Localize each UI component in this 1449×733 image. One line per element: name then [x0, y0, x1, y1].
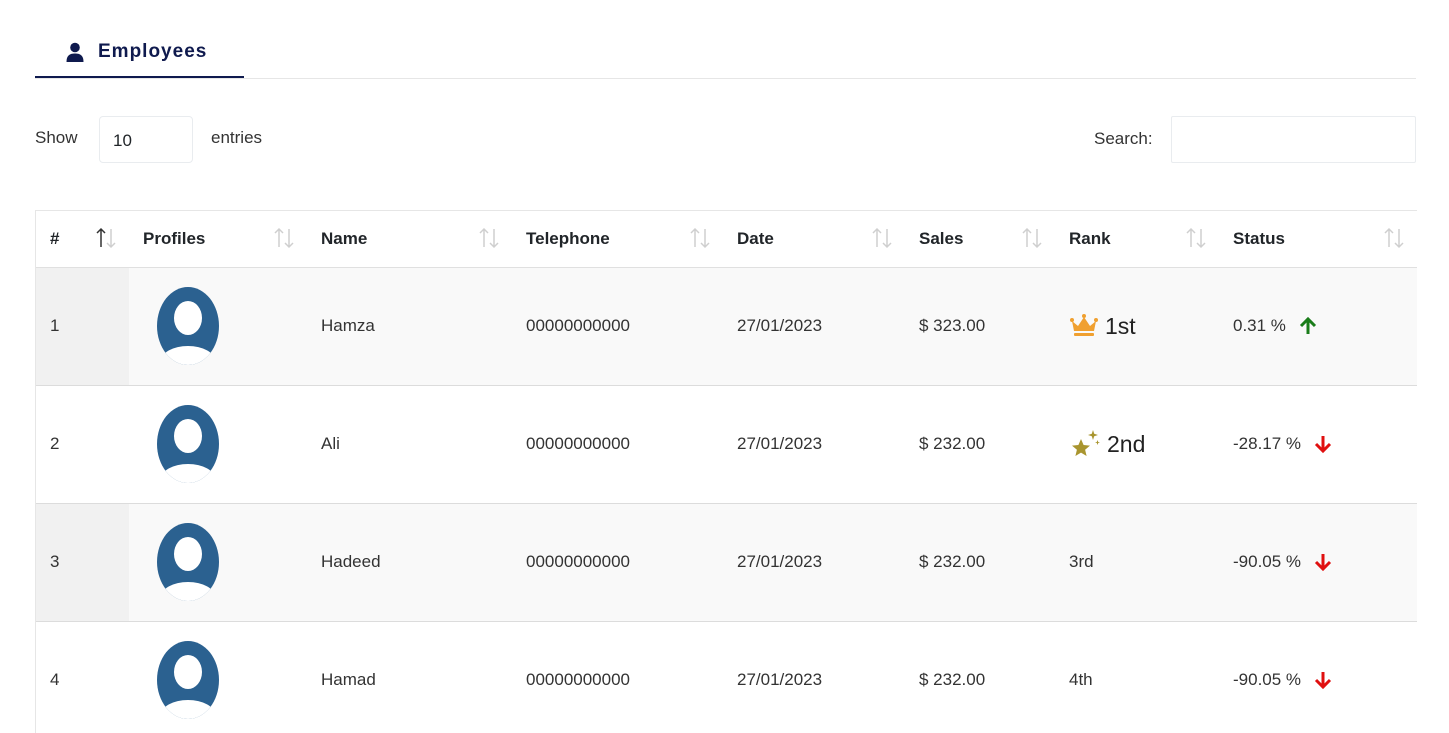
tab-label: Employees [98, 41, 208, 62]
employees-table: # Profiles Name Telephone Date Sales Rank Statu… [35, 210, 1417, 733]
sales-cell: $ 232.00 [905, 385, 1055, 504]
name-cell: Ali [307, 385, 512, 504]
column-header-status[interactable]: Status [1219, 211, 1417, 268]
sparkle-star-icon [1072, 430, 1100, 456]
rank-label: 1st [1105, 312, 1136, 339]
rank-cell: 3rd [1055, 503, 1219, 622]
name-cell: Hamad [307, 621, 512, 733]
row-number: 4 [36, 621, 129, 733]
column-header-label: Profiles [143, 228, 206, 248]
sort-arrows-icon[interactable] [478, 227, 500, 249]
rank-label: 2nd [1107, 430, 1146, 457]
avatar-icon [157, 641, 219, 719]
date-cell: 27/01/2023 [723, 267, 905, 386]
sort-arrows-icon[interactable] [871, 227, 893, 249]
tab-employees[interactable]: Employees [35, 28, 244, 78]
status-percent: -28.17 % [1233, 434, 1302, 453]
profile-cell [129, 621, 307, 733]
column-header-sales[interactable]: Sales [905, 211, 1055, 268]
column-header-label: # [50, 228, 60, 248]
name-cell: Hadeed [307, 503, 512, 622]
column-header-label: Rank [1069, 228, 1111, 248]
column-header-label: Sales [919, 228, 964, 248]
status-percent: -90.05 % [1233, 552, 1302, 571]
sales-cell: $ 232.00 [905, 503, 1055, 622]
column-header-name[interactable]: Name [307, 211, 512, 268]
column-header-label: Date [737, 228, 774, 248]
sort-arrows-icon[interactable] [273, 227, 295, 249]
table-row[interactable]: 1 Hamza 00000000000 27/01/2023 $ 323.00 1st 0.… [36, 267, 1417, 386]
telephone-cell: 00000000000 [512, 385, 723, 504]
telephone-cell: 00000000000 [512, 267, 723, 386]
sort-arrows-icon[interactable] [689, 227, 711, 249]
status-percent: -90.05 % [1233, 670, 1302, 689]
avatar-icon [157, 287, 219, 365]
telephone-cell: 00000000000 [512, 621, 723, 733]
rank-cell: 2nd [1055, 385, 1219, 504]
table-row[interactable]: 4 Hamad 00000000000 27/01/2023 $ 232.00 4th -9… [36, 621, 1417, 733]
entries-select[interactable]: 10 [99, 116, 193, 163]
column-header-label: Telephone [526, 228, 610, 248]
arrow-down-icon [1314, 672, 1332, 690]
date-cell: 27/01/2023 [723, 503, 905, 622]
rank-cell: 4th [1055, 621, 1219, 733]
status-cell: -28.17 % [1219, 385, 1417, 504]
sort-arrows-icon[interactable] [1185, 227, 1207, 249]
sort-arrows-icon[interactable] [1383, 227, 1405, 249]
arrow-down-icon [1314, 554, 1332, 572]
status-cell: -90.05 % [1219, 621, 1417, 733]
table-row[interactable]: 3 Hadeed 00000000000 27/01/2023 $ 232.00 3rd -… [36, 503, 1417, 622]
name-cell: Hamza [307, 267, 512, 386]
rank-cell: 1st [1055, 267, 1219, 386]
profile-cell [129, 503, 307, 622]
column-header-label: Name [321, 228, 368, 248]
status-cell: 0.31 % [1219, 267, 1417, 386]
avatar-icon [157, 523, 219, 601]
column-header-telephone[interactable]: Telephone [512, 211, 723, 268]
crown-icon [1070, 314, 1098, 336]
column-header-profiles[interactable]: Profiles [129, 211, 307, 268]
entries-label: entries [211, 128, 263, 147]
row-number: 3 [36, 503, 129, 622]
show-label: Show [35, 128, 78, 147]
avatar-icon [157, 405, 219, 483]
row-number: 1 [36, 267, 129, 386]
column-header-number[interactable]: # [36, 211, 129, 268]
sales-cell: $ 232.00 [905, 621, 1055, 733]
telephone-cell: 00000000000 [512, 503, 723, 622]
status-percent: 0.31 % [1233, 316, 1286, 335]
search-input[interactable] [1171, 116, 1416, 163]
tab-bar: Employees [35, 28, 1416, 79]
rank-label: 3rd [1069, 552, 1094, 571]
date-cell: 27/01/2023 [723, 385, 905, 504]
profile-cell [129, 267, 307, 386]
status-cell: -90.05 % [1219, 503, 1417, 622]
user-icon [66, 42, 84, 62]
sort-arrows-icon[interactable] [95, 227, 117, 249]
rank-label: 4th [1069, 670, 1093, 689]
row-number: 2 [36, 385, 129, 504]
column-header-date[interactable]: Date [723, 211, 905, 268]
table-header-row: # Profiles Name Telephone Date Sales Rank Statu… [36, 211, 1417, 268]
column-header-label: Status [1233, 228, 1285, 248]
sales-cell: $ 323.00 [905, 267, 1055, 386]
arrow-up-icon [1299, 316, 1316, 334]
search-label: Search: [1094, 129, 1153, 148]
table-body: 1 Hamza 00000000000 27/01/2023 $ 323.00 1st 0.… [36, 267, 1417, 733]
profile-cell [129, 385, 307, 504]
date-cell: 27/01/2023 [723, 621, 905, 733]
arrow-down-icon [1314, 436, 1332, 454]
table-row[interactable]: 2 Ali 00000000000 27/01/2023 $ 232.00 2nd -28.… [36, 385, 1417, 504]
sort-arrows-icon[interactable] [1021, 227, 1043, 249]
column-header-rank[interactable]: Rank [1055, 211, 1219, 268]
